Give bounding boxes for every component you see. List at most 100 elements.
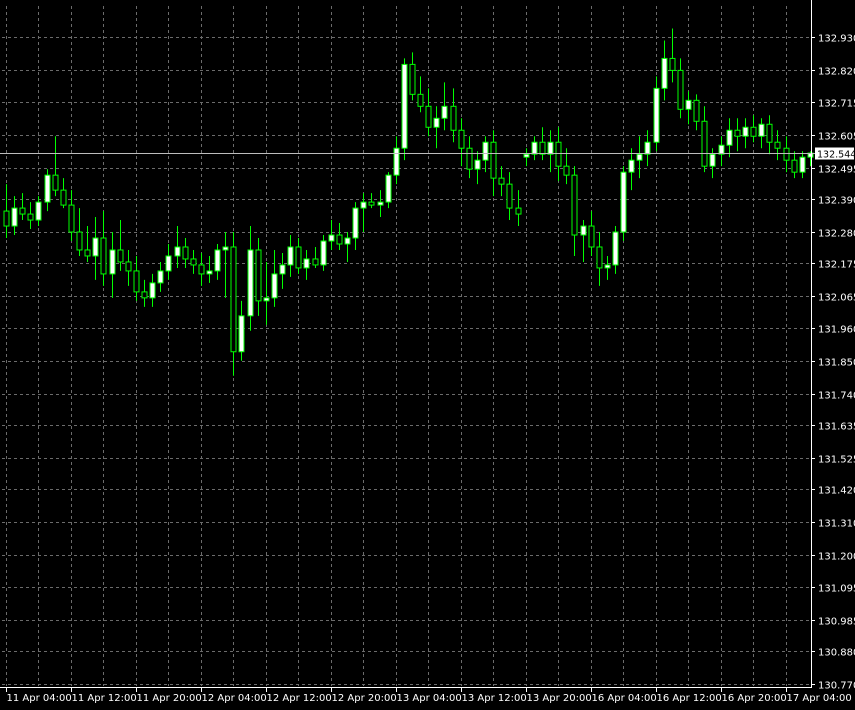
price-tick-label: 132.605 [818, 132, 855, 143]
candle-body [433, 117, 440, 128]
time-tick-label: 12 Apr 12:00 [267, 693, 332, 704]
candle-body [44, 174, 51, 203]
candle-body [190, 258, 197, 266]
price-tick-label: 131.420 [818, 486, 855, 497]
candle-body [531, 141, 538, 155]
candle-body [3, 210, 10, 227]
candle-body [498, 177, 505, 185]
candle-body [149, 282, 156, 299]
candle-body [783, 147, 790, 161]
candle-body [247, 249, 254, 317]
candle-body [612, 231, 619, 266]
time-tick-label: 13 Apr 12:00 [462, 693, 527, 704]
time-tick-label: 11 Apr 04:00 [7, 693, 72, 704]
candle-body [222, 246, 229, 251]
candle-body [344, 237, 351, 245]
price-tick-label: 132.390 [818, 196, 855, 207]
candle-body [174, 246, 181, 257]
price-tick-label: 131.310 [818, 519, 855, 530]
candle-body [125, 261, 132, 272]
candle-body [596, 246, 603, 269]
candle-body [60, 189, 67, 206]
candle-body [198, 264, 205, 275]
price-tick-label: 132.175 [818, 260, 855, 271]
candle-body [312, 258, 319, 266]
candle-body [604, 264, 611, 269]
price-tick-label: 131.850 [818, 358, 855, 369]
candle-body [644, 141, 651, 155]
candlestick-chart[interactable]: 132.544 132.930 132.820 132.715 132.605 132.… [0, 0, 855, 710]
price-tick-label: 130.985 [818, 617, 855, 628]
candle-body [718, 144, 725, 155]
time-tick-label: 12 Apr 20:00 [332, 693, 397, 704]
candle-body [620, 171, 627, 233]
candle-body [263, 297, 270, 302]
candle-body [214, 249, 221, 272]
candle-body [571, 174, 578, 236]
time-tick-label: 17 Apr 04:00 [787, 693, 852, 704]
candle-body [377, 201, 384, 206]
candle-body [758, 123, 765, 137]
candle-body [799, 156, 806, 173]
candle-body [766, 123, 773, 143]
candle-body [109, 249, 116, 275]
candle-body [693, 99, 700, 122]
candle-body [255, 249, 262, 302]
candle-body [19, 207, 26, 215]
candle-body [685, 99, 692, 110]
price-tick-label: 131.635 [818, 422, 855, 433]
candle-body [555, 141, 562, 167]
candle-body [328, 234, 335, 242]
candle-body [474, 159, 481, 170]
candle-body [580, 225, 587, 236]
candle-body [523, 153, 530, 158]
candle-body [165, 255, 172, 272]
time-tick-label: 16 Apr 04:00 [592, 693, 657, 704]
time-tick-label: 16 Apr 12:00 [657, 693, 722, 704]
candle-body [287, 246, 294, 266]
candle-body [450, 105, 457, 131]
time-tick-label: 11 Apr 12:00 [72, 693, 137, 704]
time-tick-label: 12 Apr 04:00 [202, 693, 267, 704]
candle-body [238, 315, 245, 353]
price-tick-label: 130.770 [818, 681, 855, 692]
time-tick-label: 13 Apr 04:00 [397, 693, 462, 704]
candle-body [636, 153, 643, 161]
candle-body [68, 204, 75, 233]
candle-body [628, 159, 635, 173]
candle-body [352, 207, 359, 239]
candle-body [320, 240, 327, 266]
candle-body [84, 249, 91, 257]
candle-body [336, 234, 343, 245]
candle-body [385, 174, 392, 203]
time-tick-label: 13 Apr 20:00 [527, 693, 592, 704]
candle-body [11, 207, 18, 227]
candle-body [360, 201, 367, 209]
candle-body [295, 246, 302, 269]
price-tick-label: 132.495 [818, 165, 855, 176]
candle-body [303, 258, 310, 269]
candle-body [506, 183, 513, 209]
candle-body [482, 141, 489, 161]
time-tick-label: 16 Apr 20:00 [722, 693, 787, 704]
candle-body [52, 174, 59, 191]
candle-body [677, 69, 684, 110]
price-tick-label: 132.930 [818, 34, 855, 45]
candle-body [441, 105, 448, 119]
candle-body [141, 291, 148, 299]
candle-body [368, 201, 375, 206]
candle-body [271, 273, 278, 299]
candle-body [417, 93, 424, 107]
candle-body [92, 237, 99, 257]
price-tick-label: 132.820 [818, 67, 855, 78]
candle-body [669, 57, 676, 71]
candle-body [547, 141, 554, 155]
candle-body [588, 225, 595, 248]
candle-body [701, 120, 708, 167]
candle-body [401, 63, 408, 149]
candle-body [117, 249, 124, 263]
price-tick-label: 130.880 [818, 648, 855, 659]
price-tick-label: 132.280 [818, 229, 855, 240]
current-price-label: 132.544 [817, 150, 855, 161]
candle-body [750, 126, 757, 137]
